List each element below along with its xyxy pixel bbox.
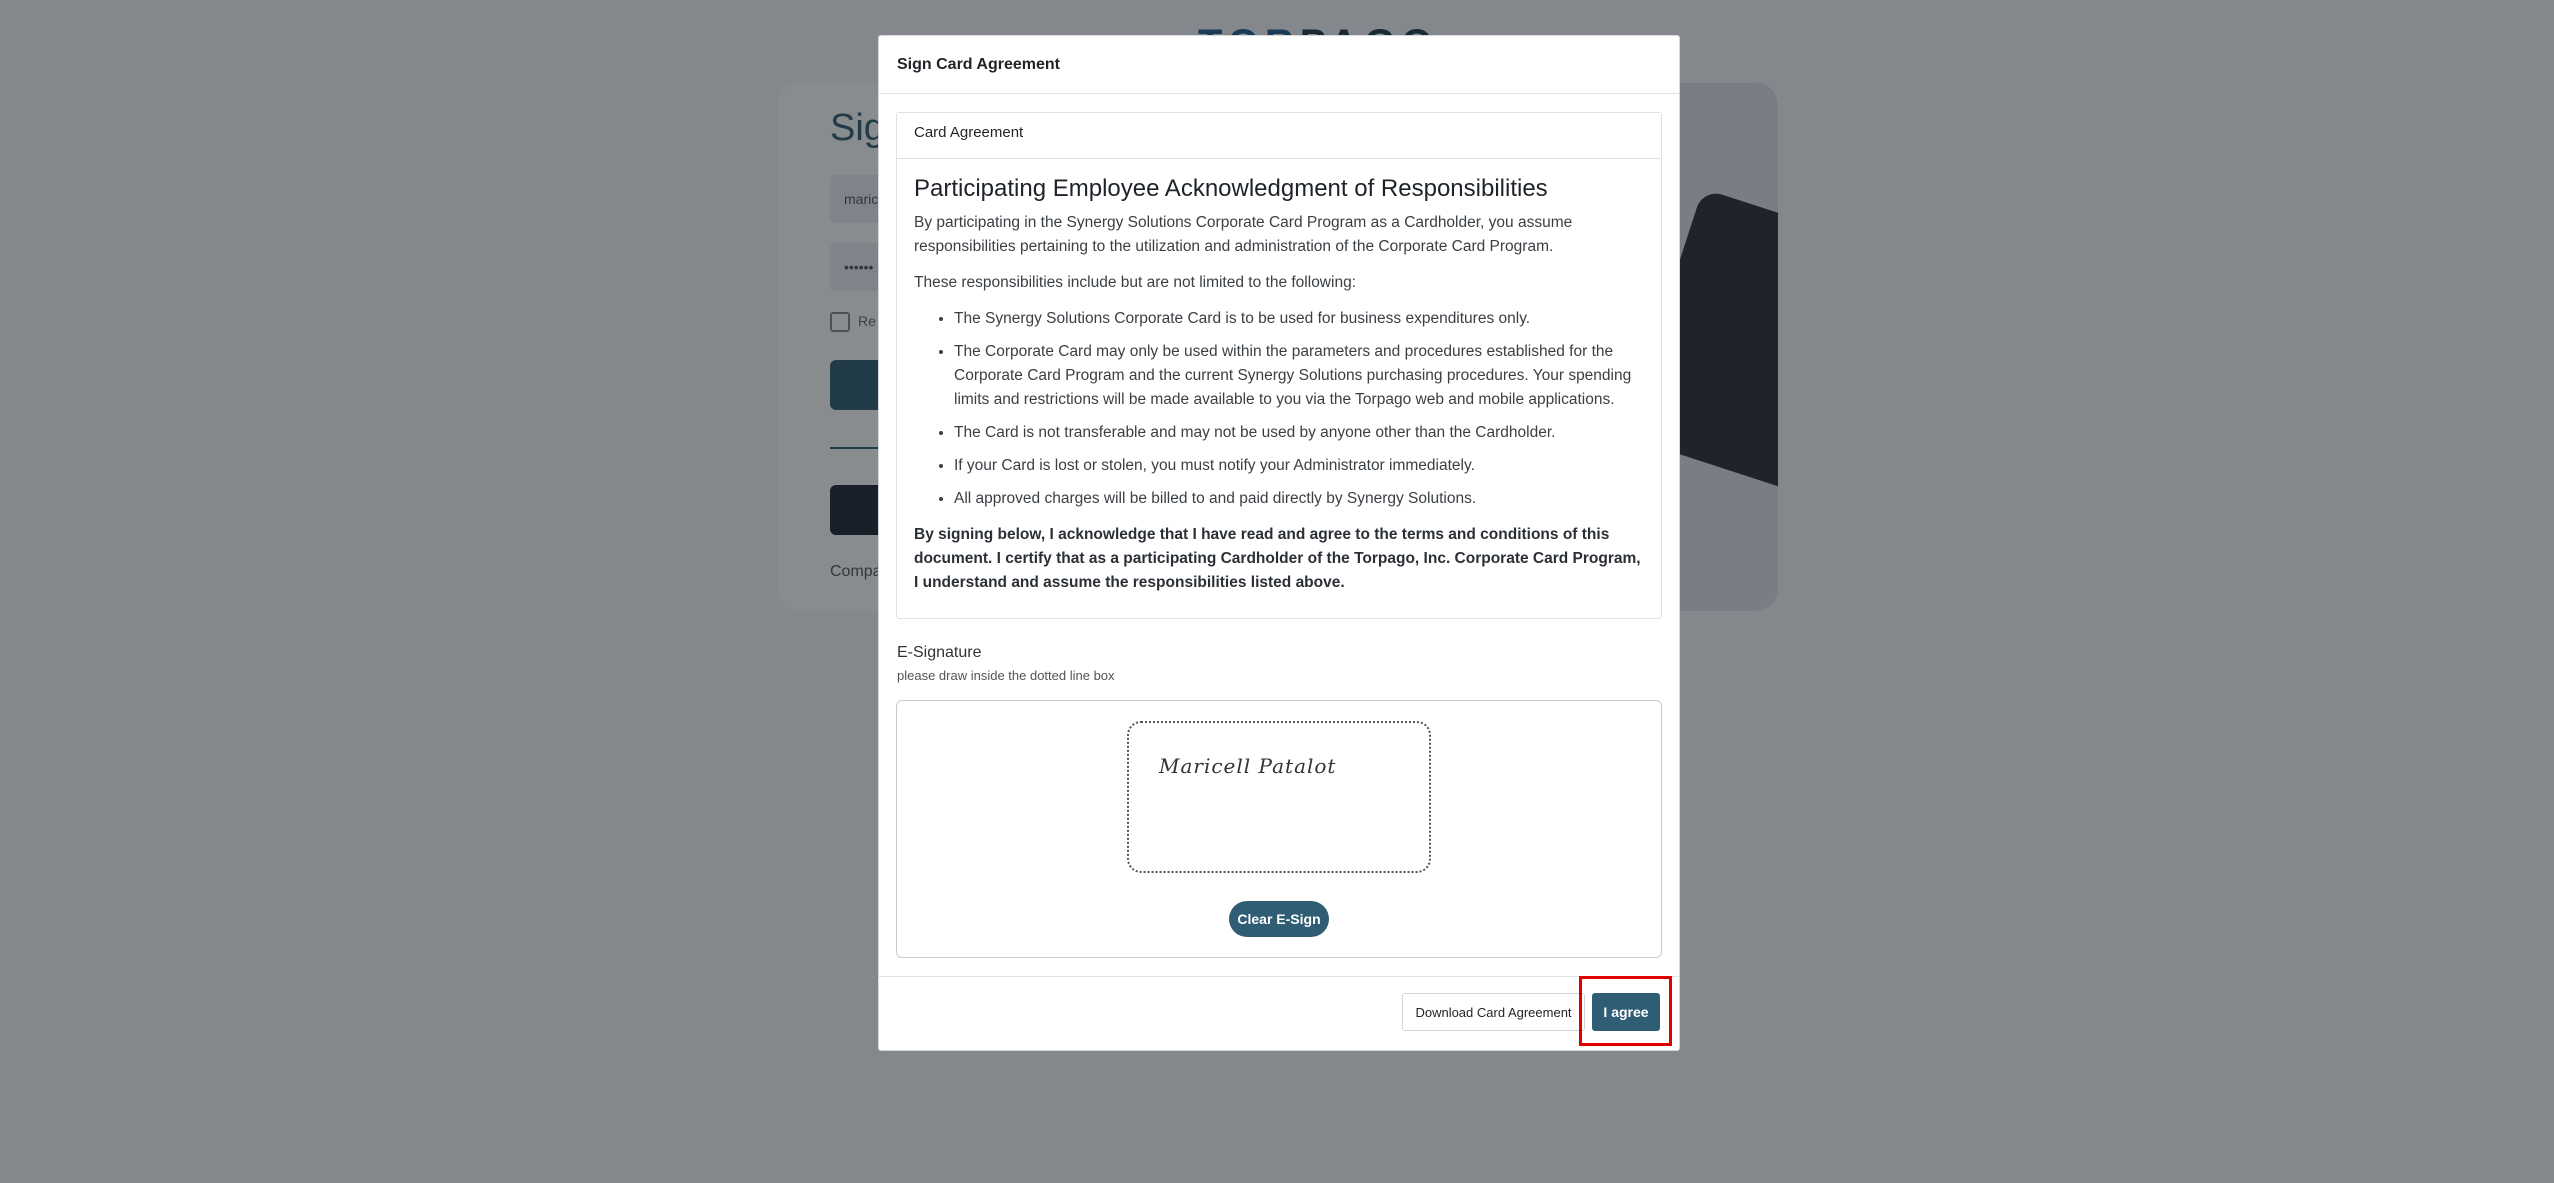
agreement-heading: Participating Employee Acknowledgment of… — [914, 175, 1548, 202]
list-item: The Card is not transferable and may not… — [954, 421, 1644, 445]
agreement-body: Participating Employee Acknowledgment of… — [897, 159, 1661, 595]
modal-header: Sign Card Agreement — [879, 36, 1679, 94]
esignature-instruction: please draw inside the dotted line box — [897, 668, 1115, 683]
list-item: The Corporate Card may only be used with… — [954, 340, 1644, 412]
download-card-agreement-button[interactable]: Download Card Agreement — [1402, 993, 1585, 1031]
signature-pad[interactable]: Maricell Patalot — [1127, 721, 1431, 873]
acknowledgment-text: By signing below, I acknowledge that I h… — [914, 526, 1641, 591]
signature-drawing: Maricell Patalot — [1158, 754, 1336, 778]
esignature-box: Maricell Patalot Clear E-Sign — [896, 700, 1662, 958]
list-item: All approved charges will be billed to a… — [954, 487, 1644, 511]
responsibilities-intro: These responsibilities include but are n… — [914, 274, 1356, 291]
agreement-intro: By participating in the Synergy Solution… — [914, 214, 1573, 255]
card-agreement-panel: Card Agreement Participating Employee Ac… — [896, 112, 1662, 619]
clear-esign-button[interactable]: Clear E-Sign — [1229, 901, 1329, 937]
modal-footer: Download Card Agreement I agree — [879, 976, 1679, 1050]
modal-title: Sign Card Agreement — [897, 56, 1060, 73]
signature-stroke: Maricell Patalot — [1158, 754, 1336, 778]
esignature-title: E-Signature — [897, 644, 982, 661]
list-item: If your Card is lost or stolen, you must… — [954, 454, 1644, 478]
responsibilities-list: The Synergy Solutions Corporate Card is … — [914, 307, 1644, 511]
card-agreement-header: Card Agreement — [897, 113, 1661, 159]
highlight-annotation — [1579, 976, 1672, 1046]
sign-card-agreement-modal: Sign Card Agreement Card Agreement Parti… — [878, 35, 1680, 1051]
list-item: The Synergy Solutions Corporate Card is … — [954, 307, 1644, 331]
